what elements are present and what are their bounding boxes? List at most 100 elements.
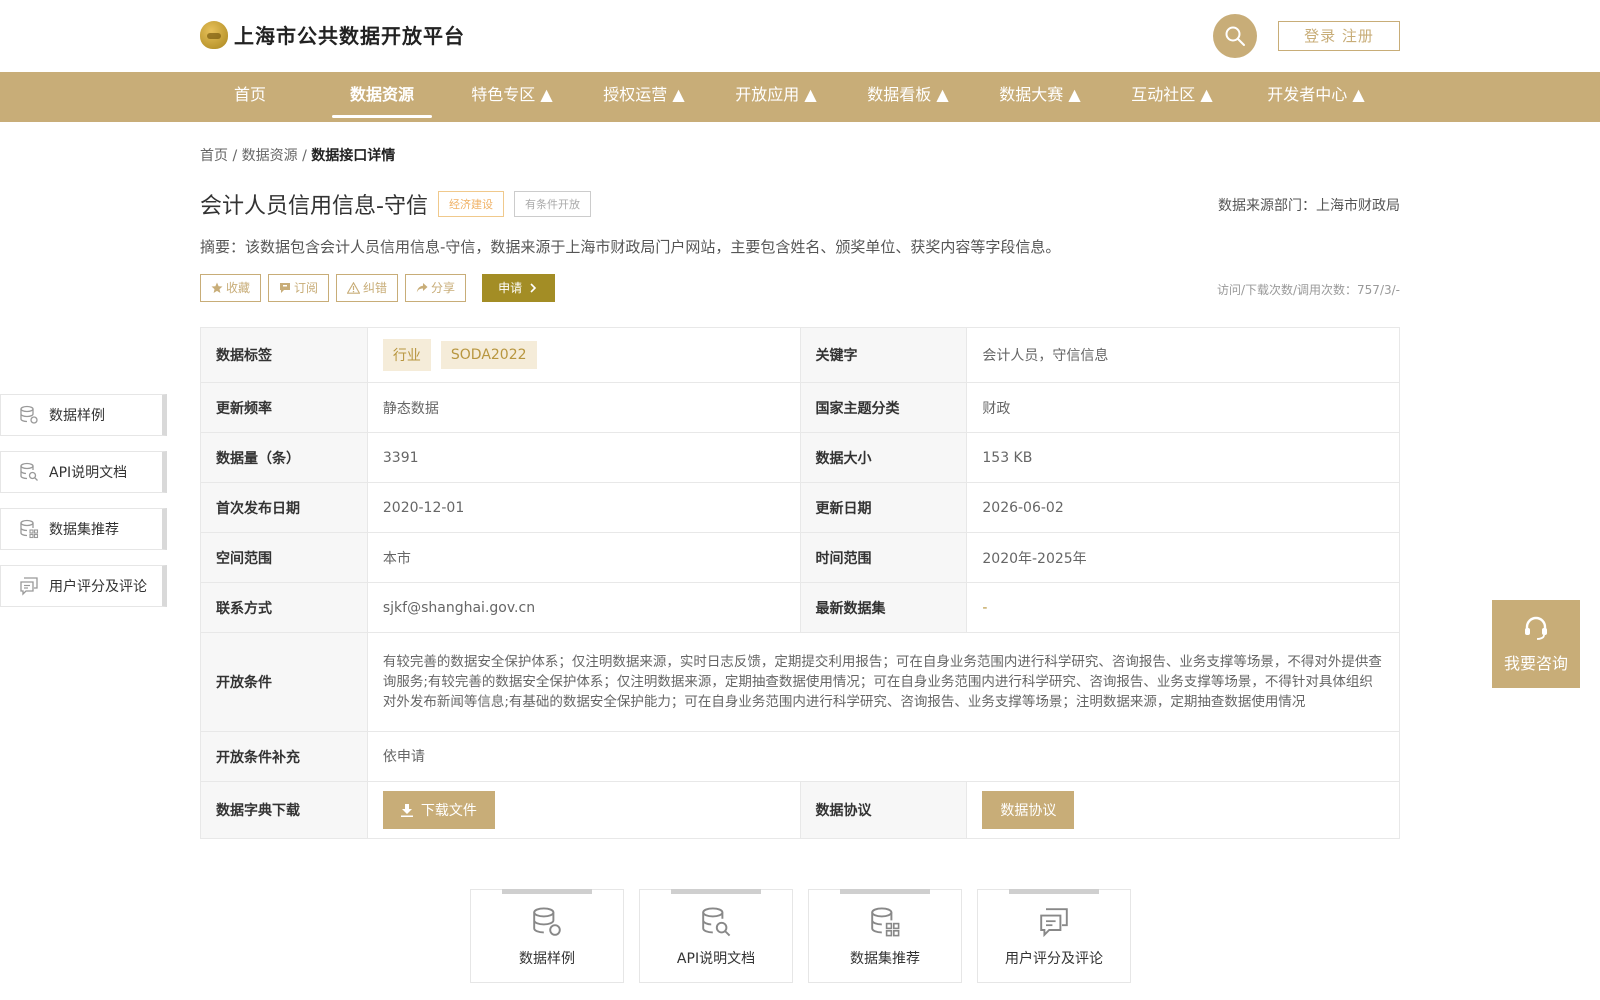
database-search-icon [20, 462, 38, 481]
share-button[interactable]: 分享 [405, 274, 467, 302]
bottom-tab-rating-comments[interactable]: 用户评分及评论 [977, 889, 1131, 983]
table-row: 更新频率 静态数据 国家主题分类 财政 [201, 383, 1400, 433]
comments-icon [20, 577, 38, 596]
side-nav-api-doc[interactable]: API说明文档 [0, 451, 167, 493]
nav-developer-center[interactable]: 开发者中心 ▲ [1254, 72, 1378, 122]
action-bar: 收藏 订阅 纠错 分享 申请 [200, 274, 556, 302]
breadcrumb: 首页 / 数据资源 / 数据接口详情 [200, 145, 395, 165]
apply-label: 申请 [498, 281, 523, 295]
keyword-label: 关键字 [800, 328, 968, 382]
database-gear-icon [533, 907, 561, 936]
dataset-title: 会计人员信用信息-守信 [200, 194, 428, 219]
comments-icon [1040, 908, 1068, 938]
tag-chip[interactable]: 行业 [382, 339, 431, 371]
side-nav-label: API说明文档 [49, 465, 128, 481]
tag-chip[interactable]: SODA2022 [440, 341, 537, 369]
database-search-icon [702, 907, 731, 937]
subscribe-button[interactable]: 订阅 [268, 274, 330, 302]
table-row: 开放条件 有较完善的数据安全保护体系；仅注明数据来源，实时日志反馈，定期提交利用… [201, 633, 1400, 732]
apply-button[interactable]: 申请 [482, 274, 556, 302]
logo-emblem-icon [200, 20, 228, 49]
table-row: 开放条件补充 依申请 [201, 732, 1400, 782]
space-range-label: 空间范围 [201, 533, 368, 582]
usage-stats: 访问/下载次数/调用次数：757/3/- [1216, 283, 1400, 297]
agreement-value: 数据协议 [967, 782, 1400, 838]
report-error-label: 纠错 [363, 281, 388, 295]
consult-button[interactable]: 我要咨询 [1492, 600, 1580, 688]
agreement-label: 数据协议 [800, 782, 968, 838]
side-nav-rating-comments[interactable]: 用户评分及评论 [0, 565, 167, 607]
breadcrumb-separator: / [228, 148, 242, 164]
theme-value: 财政 [967, 383, 1400, 432]
download-file-button[interactable]: 下载文件 [382, 791, 495, 829]
dictionary-download-value: 下载文件 [368, 782, 801, 838]
search-button[interactable] [1213, 14, 1257, 58]
space-range-value: 本市 [368, 533, 801, 582]
nav-open-apps[interactable]: 开放应用 ▲ [726, 72, 826, 122]
side-nav-label: 用户评分及评论 [49, 579, 147, 595]
site-logo[interactable]: 上海市公共数据开放平台 [200, 20, 465, 49]
bottom-tab-data-sample[interactable]: 数据样例 [470, 889, 624, 983]
open-conditions-extra-value: 依申请 [368, 732, 1400, 781]
nav-data-contest[interactable]: 数据大赛 ▲ [990, 72, 1090, 122]
count-label: 数据量（条） [201, 433, 368, 482]
time-range-label: 时间范围 [800, 533, 968, 582]
bottom-tab-label: 数据集推荐 [850, 951, 920, 967]
nav-data-dashboard[interactable]: 数据看板 ▲ [858, 72, 958, 122]
site-title: 上海市公共数据开放平台 [234, 24, 465, 48]
update-date-value: 2026-06-02 [967, 483, 1400, 532]
update-date-label: 更新日期 [800, 483, 968, 532]
category-tag: 经济建设 [437, 191, 504, 217]
side-nav-data-sample[interactable]: 数据样例 [0, 394, 167, 436]
latest-dataset-label: 最新数据集 [800, 583, 968, 632]
nav-community[interactable]: 互动社区 ▲ [1122, 72, 1222, 122]
first-publish-label: 首次发布日期 [201, 483, 368, 532]
share-icon [416, 283, 428, 293]
contact-label: 联系方式 [201, 583, 368, 632]
download-file-label: 下载文件 [420, 803, 477, 819]
count-value: 3391 [368, 433, 801, 482]
breadcrumb-home[interactable]: 首页 [200, 148, 228, 164]
bottom-tab-label: API说明文档 [676, 951, 756, 967]
nav-authorized-operation[interactable]: 授权运营 ▲ [594, 72, 694, 122]
nav-home[interactable]: 首页 [210, 72, 290, 122]
open-type-tag: 有条件开放 [513, 191, 591, 217]
database-grid-icon [20, 519, 39, 539]
bottom-tab-api-doc[interactable]: API说明文档 [639, 889, 793, 983]
data-agreement-button[interactable]: 数据协议 [982, 791, 1075, 829]
source-department: 数据来源部门：上海市财政局 [1218, 198, 1400, 214]
tags-value: 行业 SODA2022 [368, 328, 801, 382]
open-conditions-label: 开放条件 [201, 633, 368, 731]
breadcrumb-current: 数据接口详情 [311, 148, 396, 164]
table-row: 数据量（条） 3391 数据大小 153 KB [201, 433, 1400, 483]
database-gear-icon [20, 405, 38, 424]
table-row: 联系方式 sjkf@shanghai.gov.cn 最新数据集 - [201, 583, 1400, 633]
login-register-button[interactable]: 登录 注册 [1278, 21, 1400, 51]
freq-label: 更新频率 [201, 383, 368, 432]
keyword-value: 会计人员，守信信息 [967, 328, 1400, 382]
report-error-button[interactable]: 纠错 [336, 274, 399, 302]
freq-value: 静态数据 [368, 383, 801, 432]
dataset-title-row: 会计人员信用信息-守信 经济建设 有条件开放 [200, 188, 591, 220]
table-row: 数据字典下载 下载文件 数据协议 数据协议 [201, 782, 1400, 839]
table-row: 数据标签 行业 SODA2022 关键字 会计人员，守信信息 [201, 328, 1400, 383]
side-nav-dataset-recommend[interactable]: 数据集推荐 [0, 508, 167, 550]
contact-value: sjkf@shanghai.gov.cn [368, 583, 801, 632]
nav-special-zone[interactable]: 特色专区 ▲ [462, 72, 562, 122]
breadcrumb-resources[interactable]: 数据资源 [242, 148, 298, 164]
latest-dataset-value[interactable]: - [967, 583, 1400, 632]
open-conditions-extra-label: 开放条件补充 [201, 732, 368, 781]
star-icon [211, 282, 223, 293]
dataset-summary: 摘要：该数据包含会计人员信用信息-守信，数据来源于上海市财政局门户网站，主要包含… [200, 238, 1061, 256]
side-nav-label: 数据集推荐 [49, 522, 119, 538]
bottom-tab-dataset-recommend[interactable]: 数据集推荐 [808, 889, 962, 983]
favorite-button[interactable]: 收藏 [200, 274, 262, 302]
headset-icon [1525, 616, 1547, 640]
database-grid-icon [871, 907, 900, 937]
side-nav-label: 数据样例 [49, 408, 105, 424]
nav-data-resources[interactable]: 数据资源 [332, 72, 432, 122]
tags-label: 数据标签 [201, 328, 368, 382]
size-label: 数据大小 [800, 433, 968, 482]
table-row: 空间范围 本市 时间范围 2020年-2025年 [201, 533, 1400, 583]
download-icon [400, 803, 413, 817]
